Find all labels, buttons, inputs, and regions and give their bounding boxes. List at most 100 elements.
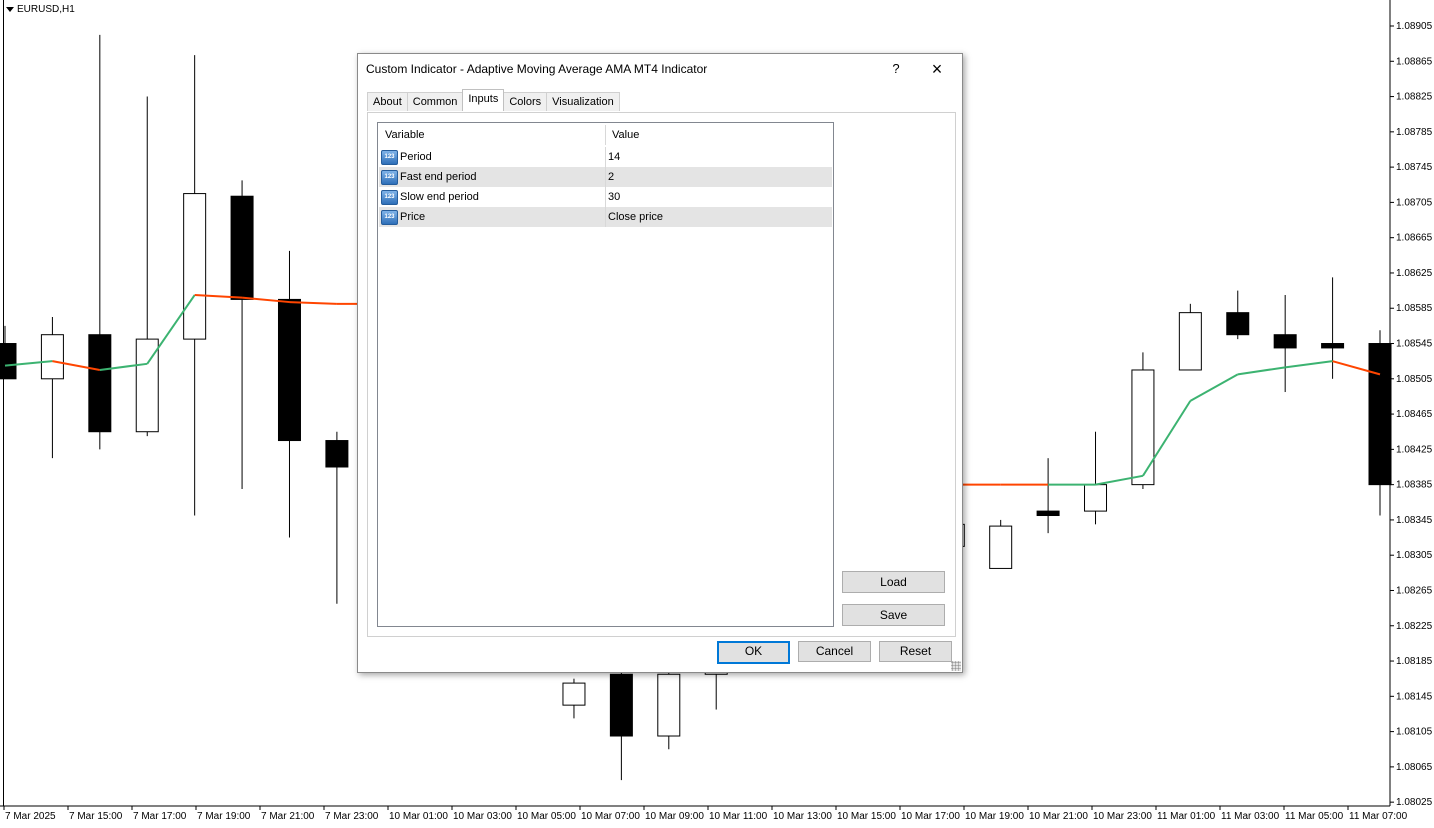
- save-button[interactable]: Save: [842, 604, 945, 626]
- symbol-label[interactable]: EURUSD,H1: [6, 4, 75, 15]
- candle-body: [609, 673, 633, 737]
- header-value[interactable]: Value: [606, 125, 832, 145]
- time-label: 10 Mar 19:00: [965, 811, 1024, 822]
- time-label: 7 Mar 2025: [5, 811, 56, 822]
- price-label: 1.08425: [1396, 444, 1433, 455]
- cell-value[interactable]: Close price: [606, 207, 832, 227]
- candle: [1226, 290, 1250, 340]
- candle-body: [1368, 343, 1392, 486]
- inputs-grid[interactable]: Variable Value 123 Period 14 123 Fast en…: [377, 122, 834, 627]
- price-label: 1.08265: [1396, 585, 1433, 596]
- cell-variable: 123 Fast end period: [379, 167, 606, 187]
- cell-value[interactable]: 2: [606, 167, 832, 187]
- tab-inputs[interactable]: Inputs: [462, 89, 505, 111]
- tab-visualization[interactable]: Visualization: [546, 92, 620, 111]
- candle-body: [562, 682, 586, 706]
- tab-bar: About Common Inputs Colors Visualization: [367, 89, 620, 112]
- variable-name: Fast end period: [400, 171, 477, 183]
- numeric-param-icon: 123: [381, 190, 398, 205]
- price-label: 1.08465: [1396, 409, 1433, 420]
- variable-name: Price: [400, 211, 426, 223]
- time-label: 7 Mar 15:00: [69, 811, 123, 822]
- time-label: 10 Mar 09:00: [645, 811, 704, 822]
- cell-value[interactable]: 14: [606, 147, 832, 167]
- cancel-button[interactable]: Cancel: [798, 641, 871, 662]
- tab-colors[interactable]: Colors: [503, 92, 548, 111]
- candle-body: [230, 195, 254, 300]
- header-variable-label: Variable: [385, 129, 425, 141]
- help-button[interactable]: ?: [886, 58, 906, 80]
- candle-body: [1321, 343, 1345, 349]
- cell-variable: 123 Period: [379, 147, 606, 167]
- candle: [1036, 458, 1060, 534]
- ok-button[interactable]: OK: [717, 641, 790, 664]
- candle: [1273, 295, 1297, 393]
- inputs-panel: Variable Value 123 Period 14 123 Fast en…: [367, 112, 956, 637]
- time-label: 11 Mar 05:00: [1285, 811, 1344, 822]
- dialog-title: Custom Indicator - Adaptive Moving Avera…: [366, 62, 708, 76]
- candle: [277, 250, 301, 538]
- time-label: 10 Mar 13:00: [773, 811, 832, 822]
- variable-value[interactable]: 30: [608, 191, 620, 203]
- candle: [88, 34, 112, 450]
- header-value-label: Value: [612, 129, 640, 141]
- variable-value[interactable]: 2: [608, 171, 614, 183]
- time-label: 10 Mar 03:00: [453, 811, 512, 822]
- candle: [325, 431, 349, 604]
- variable-value[interactable]: 14: [608, 151, 620, 163]
- cell-value[interactable]: 30: [606, 187, 832, 207]
- load-button[interactable]: Load: [842, 571, 945, 593]
- time-label: 7 Mar 23:00: [325, 811, 379, 822]
- tab-about[interactable]: About: [367, 92, 408, 111]
- candle-body: [183, 193, 207, 340]
- candle: [135, 96, 159, 437]
- price-label: 1.08025: [1396, 797, 1433, 808]
- chart-menu-triangle-icon[interactable]: [6, 7, 14, 12]
- cell-variable: 123 Slow end period: [379, 187, 606, 207]
- candle: [989, 519, 1013, 569]
- price-label: 1.08625: [1396, 268, 1433, 279]
- candle: [609, 661, 633, 781]
- candle: [0, 325, 17, 380]
- ama-line-segment: [1189, 373, 1239, 402]
- price-label: 1.08745: [1396, 162, 1433, 173]
- candle-body: [325, 440, 349, 468]
- time-label: 7 Mar 17:00: [133, 811, 187, 822]
- candle: [1131, 352, 1155, 490]
- price-label: 1.08305: [1396, 550, 1433, 561]
- numeric-param-icon: 123: [381, 150, 398, 165]
- time-label: 11 Mar 03:00: [1221, 811, 1280, 822]
- time-label: 10 Mar 11:00: [709, 811, 768, 822]
- candle: [562, 678, 586, 719]
- time-label: 10 Mar 17:00: [901, 811, 960, 822]
- variable-value[interactable]: Close price: [608, 211, 663, 223]
- close-icon[interactable]: ×: [926, 58, 948, 80]
- candle: [657, 665, 681, 750]
- candle-body: [1178, 312, 1202, 371]
- candle-body: [1084, 484, 1108, 512]
- price-label: 1.08545: [1396, 339, 1433, 350]
- resize-grip-icon[interactable]: [951, 661, 961, 671]
- time-label: 10 Mar 15:00: [837, 811, 896, 822]
- candle-body: [1273, 334, 1297, 349]
- candle-body: [1131, 369, 1155, 486]
- price-label: 1.08825: [1396, 92, 1433, 103]
- price-label: 1.08225: [1396, 621, 1433, 632]
- price-label: 1.08585: [1396, 303, 1433, 314]
- reset-button[interactable]: Reset: [879, 641, 952, 662]
- time-label: 10 Mar 07:00: [581, 811, 640, 822]
- tab-common[interactable]: Common: [406, 92, 464, 111]
- table-row[interactable]: 123 Fast end period 2: [379, 167, 832, 187]
- price-label: 1.08065: [1396, 762, 1433, 773]
- table-row[interactable]: 123 Price Close price: [379, 207, 832, 227]
- price-label: 1.08185: [1396, 656, 1433, 667]
- candle-body: [40, 334, 64, 380]
- candle: [183, 55, 207, 516]
- table-row[interactable]: 123 Period 14: [379, 147, 832, 167]
- candle: [1178, 303, 1202, 371]
- price-label: 1.08785: [1396, 127, 1433, 138]
- table-row[interactable]: 123 Slow end period 30: [379, 187, 832, 207]
- candle-body: [657, 673, 681, 737]
- header-variable[interactable]: Variable: [379, 125, 606, 145]
- candle-body: [277, 298, 301, 442]
